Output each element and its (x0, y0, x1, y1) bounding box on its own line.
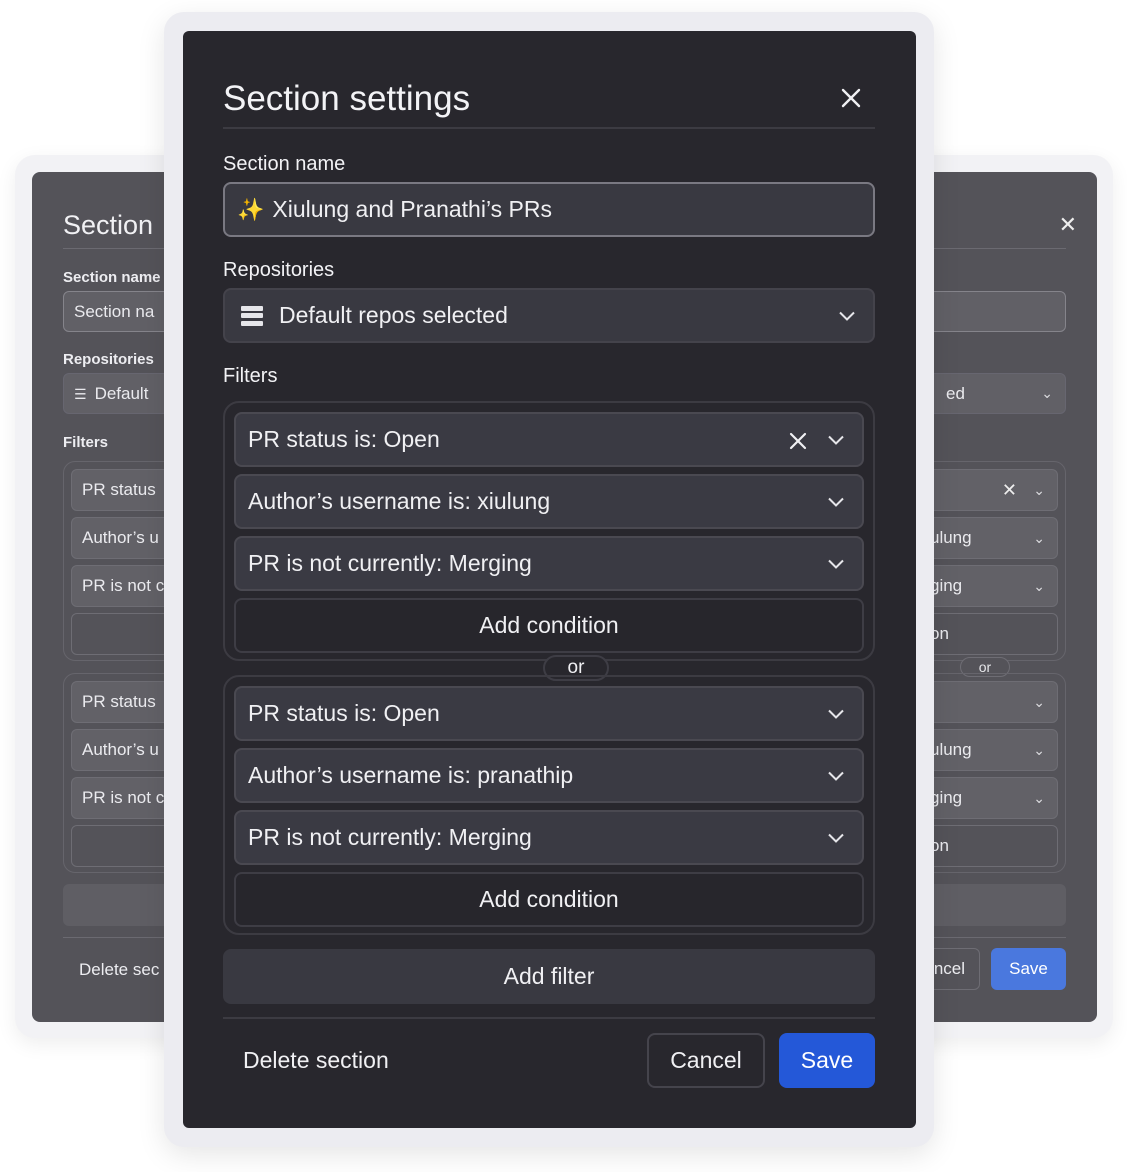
condition-label: PR status is: Open (248, 700, 440, 726)
filters-label: Filters (223, 365, 278, 387)
bg-cond-text: PR status (82, 480, 156, 499)
bg-title: Section (63, 210, 154, 240)
bg-cond-text-right: ulung (930, 528, 972, 547)
database-icon (241, 305, 263, 326)
title-divider (223, 127, 875, 129)
chevron-down-icon (828, 709, 844, 719)
chevron-down-icon (828, 435, 844, 445)
bg-save: Save (991, 948, 1066, 990)
condition-label: PR is not currently: Merging (248, 824, 532, 850)
bg-cond-text: PR is not c (82, 788, 165, 807)
chevron-down-icon (839, 311, 855, 321)
section-name-input[interactable]: ✨ Xiulung and Pranathi’s PRs (223, 182, 875, 237)
bg-repos-text-left: Default (94, 384, 149, 403)
bg-chevron-down-icon: ⌄ (1033, 482, 1045, 498)
chevron-down-icon (828, 771, 844, 781)
filter-group: PR status is: Open Author’s username is:… (223, 675, 875, 935)
bg-cond-text: Author’s u (82, 740, 159, 759)
bg-filters-label: Filters (63, 434, 109, 451)
bg-cond-text: PR status (82, 692, 156, 711)
repositories-value: Default repos selected (279, 302, 508, 328)
chevron-down-icon (828, 833, 844, 843)
filter-condition[interactable]: PR is not currently: Merging (234, 810, 864, 865)
filter-condition[interactable]: PR status is: Open (234, 412, 864, 467)
bg-chevron-down-icon: ⌄ (1033, 742, 1045, 758)
bg-close-icon: ✕ (1058, 212, 1077, 237)
save-button[interactable]: Save (779, 1033, 875, 1088)
chevron-down-icon (828, 497, 844, 507)
bg-cond-text-right: ging (930, 576, 963, 595)
filter-condition[interactable]: PR status is: Open (234, 686, 864, 741)
bg-chevron-down-icon: ⌄ (1033, 530, 1045, 546)
bg-cond-text: Author’s u (82, 528, 159, 547)
sparkles-icon: ✨ (237, 196, 265, 222)
filter-condition[interactable]: Author’s username is: pranathip (234, 748, 864, 803)
bg-section-name-label: Section name (63, 269, 161, 286)
bg-chevron-down-icon: ⌄ (1033, 694, 1045, 710)
cancel-button[interactable]: Cancel (647, 1033, 765, 1088)
bg-chevron-down-icon: ⌄ (1041, 385, 1053, 401)
bg-repositories-label: Repositories (63, 351, 154, 368)
bg-repos-text-right: ed (946, 384, 965, 403)
section-name-label: Section name (223, 153, 346, 175)
add-filter-button[interactable]: Add filter (223, 949, 875, 1004)
bg-chevron-down-icon: ⌄ (1033, 578, 1045, 594)
bg-cond-text-right: ulung (930, 740, 972, 759)
repositories-label: Repositories (223, 259, 335, 281)
section-settings-modal: Section settings Section name ✨ Xiulung … (183, 31, 916, 1128)
filter-condition[interactable]: PR is not currently: Merging (234, 536, 864, 591)
condition-label: Author’s username is: xiulung (248, 488, 551, 514)
close-button[interactable] (836, 83, 866, 113)
repositories-select[interactable]: Default repos selected (223, 288, 875, 343)
bg-cond-text: PR is not c (82, 576, 165, 595)
section-name-value: Xiulung and Pranathi’s PRs (272, 196, 552, 222)
close-icon (841, 88, 861, 108)
add-condition-button[interactable]: Add condition (234, 598, 864, 653)
modal-title: Section settings (223, 79, 471, 118)
close-icon (789, 432, 807, 449)
bg-cond-text-right: ging (930, 788, 963, 807)
filter-condition[interactable]: Author’s username is: xiulung (234, 474, 864, 529)
condition-label: PR is not currently: Merging (248, 550, 532, 576)
bg-clear-icon: ✕ (1001, 480, 1017, 500)
bg-database-icon: ☰ (74, 386, 87, 402)
condition-label: Author’s username is: pranathip (248, 762, 574, 788)
footer-divider (223, 1017, 875, 1019)
chevron-down-icon (828, 559, 844, 569)
bg-section-name-placeholder: Section na (74, 302, 155, 321)
bg-chevron-down-icon: ⌄ (1033, 790, 1045, 806)
filter-group: PR status is: Open Author’s username is:… (223, 401, 875, 661)
add-condition-button[interactable]: Add condition (234, 872, 864, 927)
bg-delete-section: Delete sec (79, 960, 160, 979)
condition-label: PR status is: Open (248, 426, 440, 452)
delete-section-button[interactable]: Delete section (243, 1047, 389, 1074)
clear-condition-button[interactable] (788, 430, 808, 450)
